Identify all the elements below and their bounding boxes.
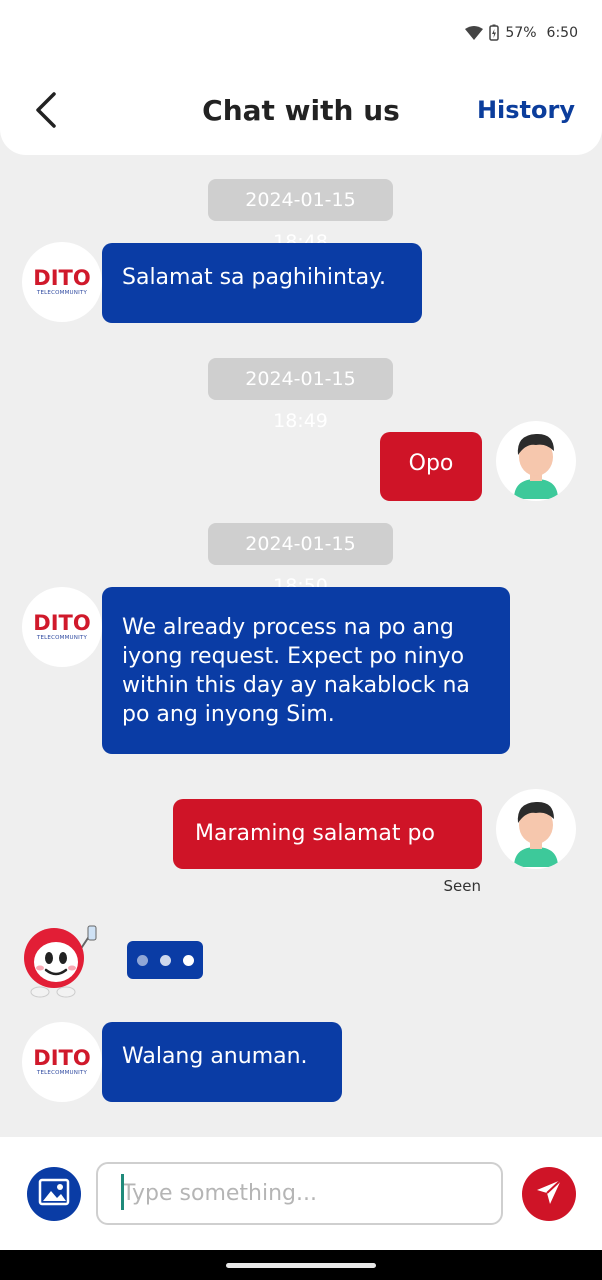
status-bar: 57% 6:50 — [0, 0, 602, 68]
dito-logo-word: DITO — [33, 266, 91, 290]
send-icon — [534, 1177, 564, 1211]
timestamp-label: 2024-01-15 18:50 — [208, 523, 393, 597]
timestamp-label: 2024-01-15 18:48 — [208, 179, 393, 253]
mascot-avatar — [18, 920, 102, 1000]
typing-dot — [182, 954, 194, 966]
user-message-bubble: Maraming salamat po — [173, 799, 482, 869]
status-icons: 57% 6:50 — [465, 24, 578, 41]
dito-logo: DITO TELECOMMUNITY — [33, 267, 90, 297]
user-avatar — [496, 789, 576, 869]
typing-dot — [136, 954, 148, 966]
user-message-bubble: Opo — [380, 432, 482, 501]
attach-image-button[interactable] — [27, 1167, 81, 1221]
dito-logo: DITO TELECOMMUNITY — [33, 1047, 90, 1077]
dito-logo-subtitle: TELECOMMUNITY — [36, 1070, 88, 1076]
user-avatar-icon — [496, 421, 576, 501]
agent-message-bubble: Salamat sa paghihintay. — [102, 243, 422, 323]
image-icon — [38, 1178, 70, 1210]
agent-message-bubble: We already process na po ang iyong reque… — [102, 587, 510, 754]
user-avatar — [496, 421, 576, 501]
text-cursor — [121, 1174, 124, 1210]
clock-time: 6:50 — [546, 24, 578, 41]
agent-avatar: DITO TELECOMMUNITY — [22, 587, 102, 667]
wifi-icon — [465, 25, 484, 40]
typing-dot — [159, 954, 171, 966]
message-composer — [0, 1137, 602, 1250]
user-avatar-icon — [496, 789, 576, 869]
timestamp-label: 2024-01-15 18:49 — [208, 358, 393, 432]
dito-logo-subtitle: TELECOMMUNITY — [36, 635, 88, 641]
agent-avatar: DITO TELECOMMUNITY — [22, 1022, 102, 1102]
battery-percentage: 57% — [505, 24, 537, 41]
battery-icon — [489, 24, 500, 41]
dito-logo-word: DITO — [33, 1046, 91, 1070]
send-button[interactable] — [522, 1167, 576, 1221]
message-input[interactable] — [96, 1162, 503, 1225]
system-navigation-bar — [0, 1250, 602, 1280]
mascot-icon — [18, 925, 102, 1004]
typing-indicator — [127, 941, 203, 979]
agent-message-bubble: Walang anuman. — [102, 1022, 342, 1102]
dito-logo-subtitle: TELECOMMUNITY — [36, 290, 88, 296]
home-indicator[interactable] — [226, 1263, 376, 1268]
chat-header: Chat with us History — [0, 68, 602, 155]
dito-logo: DITO TELECOMMUNITY — [33, 612, 90, 642]
agent-avatar: DITO TELECOMMUNITY — [22, 242, 102, 322]
dito-logo-word: DITO — [33, 611, 91, 635]
seen-status: Seen — [443, 877, 482, 895]
history-link[interactable]: History — [477, 96, 575, 124]
